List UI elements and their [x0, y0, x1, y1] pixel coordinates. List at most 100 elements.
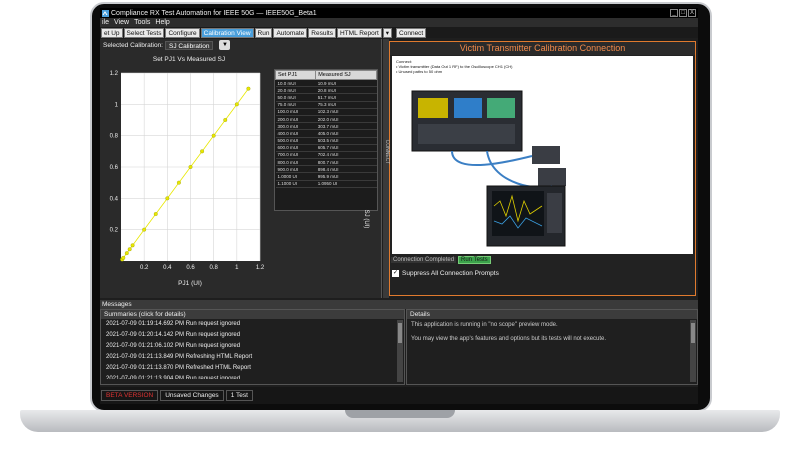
x-tick-label: 0.6 [186, 265, 195, 271]
data-point [246, 86, 251, 91]
tab-select-tests[interactable]: Select Tests [123, 28, 165, 38]
menu-view[interactable]: View [114, 19, 129, 26]
y-axis-label-wrap: SJ (UI) [363, 210, 369, 229]
tab-bar: et Up Select Tests Configure Calibration… [100, 27, 698, 38]
table-row[interactable]: 50.0 mUI 51.7 mUI [275, 93, 377, 102]
data-point [130, 243, 135, 248]
run-tests-button[interactable]: Run Tests [458, 255, 491, 264]
chart-title: Set PJ1 Vs Measured SJ [153, 56, 225, 63]
table-row[interactable]: 1.1000 UI 1.0950 UI [275, 180, 377, 188]
chart-svg: Set PJ1 Vs Measured SJ 0.2 0.2 0.4 0.4 0.6 0.… [110, 56, 265, 287]
data-point [124, 251, 129, 256]
title-bar: Compliance RX Test Automation for IEEE 5… [100, 8, 698, 18]
y-tick-label: 0.8 [110, 134, 119, 140]
minimize-button[interactable]: _ [670, 9, 678, 17]
connection-completed-button[interactable]: Connection Completed [391, 256, 457, 263]
menu-help[interactable]: Help [155, 19, 169, 26]
summaries-scrollbar[interactable] [397, 320, 403, 382]
equipment-illustration [411, 90, 566, 247]
y-tick-label: 0.6 [110, 165, 119, 171]
table-row[interactable]: 75.0 mUI 75.3 mUI [275, 101, 377, 109]
tab-automate[interactable]: Automate [273, 28, 308, 38]
list-item[interactable]: 2021-07-09 01:21:13.904 PM Run request i… [101, 374, 404, 379]
cell-set-pj1: 700.0 mUI [275, 151, 316, 160]
tab-connect[interactable]: Connect [396, 28, 427, 38]
suppress-prompts-checkbox[interactable]: ✓ [392, 269, 399, 277]
table-row[interactable]: 20.0 mUI 20.8 mUI [275, 86, 377, 95]
cell-set-pj1: 400.0 mUI [275, 129, 316, 138]
data-point [176, 180, 181, 185]
cell-set-pj1: 75.0 mUI [275, 101, 316, 109]
table-row[interactable]: 10.0 mUI 10.9 mUI [275, 79, 377, 88]
list-item[interactable]: 2021-07-09 01:19:14.692 PM Run request i… [101, 319, 404, 330]
x-tick-label: 0.4 [163, 265, 172, 271]
cell-set-pj1: 200.0 mUI [275, 115, 316, 124]
cell-set-pj1: 1.1000 UI [275, 180, 316, 188]
cell-set-pj1: 50.0 mUI [275, 93, 316, 102]
table-row[interactable]: 800.0 mUI 800.7 mUI [275, 158, 377, 167]
status-bar: BETA VERSION Unsaved Changes 1 Test [100, 387, 698, 404]
table-row[interactable]: 1.0000 UI 995.9 mUI [275, 172, 377, 181]
tab-overflow-dropdown[interactable]: ▾ [382, 28, 393, 38]
cell-measured-sj: 20.8 mUI [315, 86, 377, 95]
tab-set-up[interactable]: et Up [101, 28, 123, 38]
y-tick-label: 0.4 [110, 196, 119, 202]
x-axis-label: PJ1 (UI) [178, 280, 202, 287]
cell-measured-sj: 102.3 mUI [315, 108, 377, 116]
col-header-measured-sj[interactable]: Measured SJ [315, 70, 377, 80]
data-point [165, 196, 170, 201]
maximize-button[interactable]: □ [679, 9, 687, 17]
tab-calibration-view[interactable]: Calibration View [200, 28, 254, 38]
table-row[interactable]: 400.0 mUI 405.0 mUI [275, 129, 377, 138]
cell-set-pj1: 300.0 mUI [275, 122, 316, 131]
chevron-down-icon[interactable]: ▼ [219, 40, 231, 50]
messages-bar[interactable]: Messages [100, 300, 698, 309]
summaries-panel: Summaries (click for details) 2021-07-09… [100, 309, 405, 385]
window-title: Compliance RX Test Automation for IEEE 5… [111, 9, 317, 17]
table-row[interactable]: 500.0 mUI 503.5 mUI [275, 137, 377, 145]
table-row[interactable]: 900.0 mUI 898.4 mUI [275, 165, 377, 174]
app-window: Compliance RX Test Automation for IEEE 5… [100, 8, 698, 404]
calibration-panel: Selected Calibration: SJ Calibration ▼ S… [100, 39, 382, 298]
list-item[interactable]: 2021-07-09 01:21:06.102 PM Run request i… [101, 341, 404, 352]
y-tick-label: 0.2 [110, 228, 119, 234]
data-point [142, 227, 147, 232]
table-row[interactable]: 100.0 mUI 102.3 mUI [275, 108, 377, 116]
module-icon [538, 168, 566, 186]
close-button[interactable]: X [688, 9, 696, 17]
cell-measured-sj: 1.0950 UI [315, 180, 377, 188]
tab-html-report[interactable]: HTML Report [336, 28, 382, 38]
table-row[interactable]: 700.0 mUI 702.4 mUI [275, 151, 377, 160]
menu-file[interactable]: ile [102, 19, 109, 26]
data-point [223, 118, 228, 122]
cell-measured-sj: 10.9 mUI [315, 79, 377, 88]
details-panel: Details This application is running in "… [406, 309, 698, 385]
list-item[interactable]: 2021-07-09 01:21:13.849 PM Refreshing HT… [101, 352, 404, 363]
cell-measured-sj: 995.9 mUI [315, 172, 377, 181]
data-point [121, 255, 126, 260]
cell-set-pj1: 20.0 mUI [275, 86, 316, 95]
x-tick-label: 1 [235, 265, 239, 271]
cell-measured-sj: 503.5 mUI [315, 137, 377, 145]
y-axis-label: SJ (UI) [363, 210, 369, 229]
laptop-notch [345, 410, 455, 418]
data-point [200, 149, 205, 154]
list-item[interactable]: 2021-07-09 01:20:14.142 PM Run request i… [101, 330, 404, 341]
data-point [153, 212, 158, 216]
list-item[interactable]: 2021-07-09 01:21:13.870 PM Refreshed HTM… [101, 363, 404, 374]
calibration-table: Set PJ1 Measured SJ 10.0 mUI 10.9 mUI 20.0… [274, 69, 378, 211]
col-header-set-pj1[interactable]: Set PJ1 [274, 70, 317, 80]
selected-calibration-value[interactable]: SJ Calibration [164, 40, 214, 50]
tab-results[interactable]: Results [308, 28, 336, 38]
tab-configure[interactable]: Configure [165, 28, 200, 38]
cable-icon [451, 150, 533, 166]
table-row[interactable]: 300.0 mUI 303.7 mUI [275, 122, 377, 131]
x-tick-label: 0.8 [209, 265, 218, 271]
details-scrollbar[interactable] [690, 320, 696, 382]
table-row[interactable]: 600.0 mUI 605.7 mUI [275, 144, 377, 152]
tab-run[interactable]: Run [254, 28, 273, 38]
menu-tools[interactable]: Tools [134, 19, 150, 26]
cell-set-pj1: 10.0 mUI [275, 79, 316, 88]
unsaved-changes-status: Unsaved Changes [160, 390, 224, 401]
table-row[interactable]: 200.0 mUI 202.0 mUI [275, 115, 377, 124]
